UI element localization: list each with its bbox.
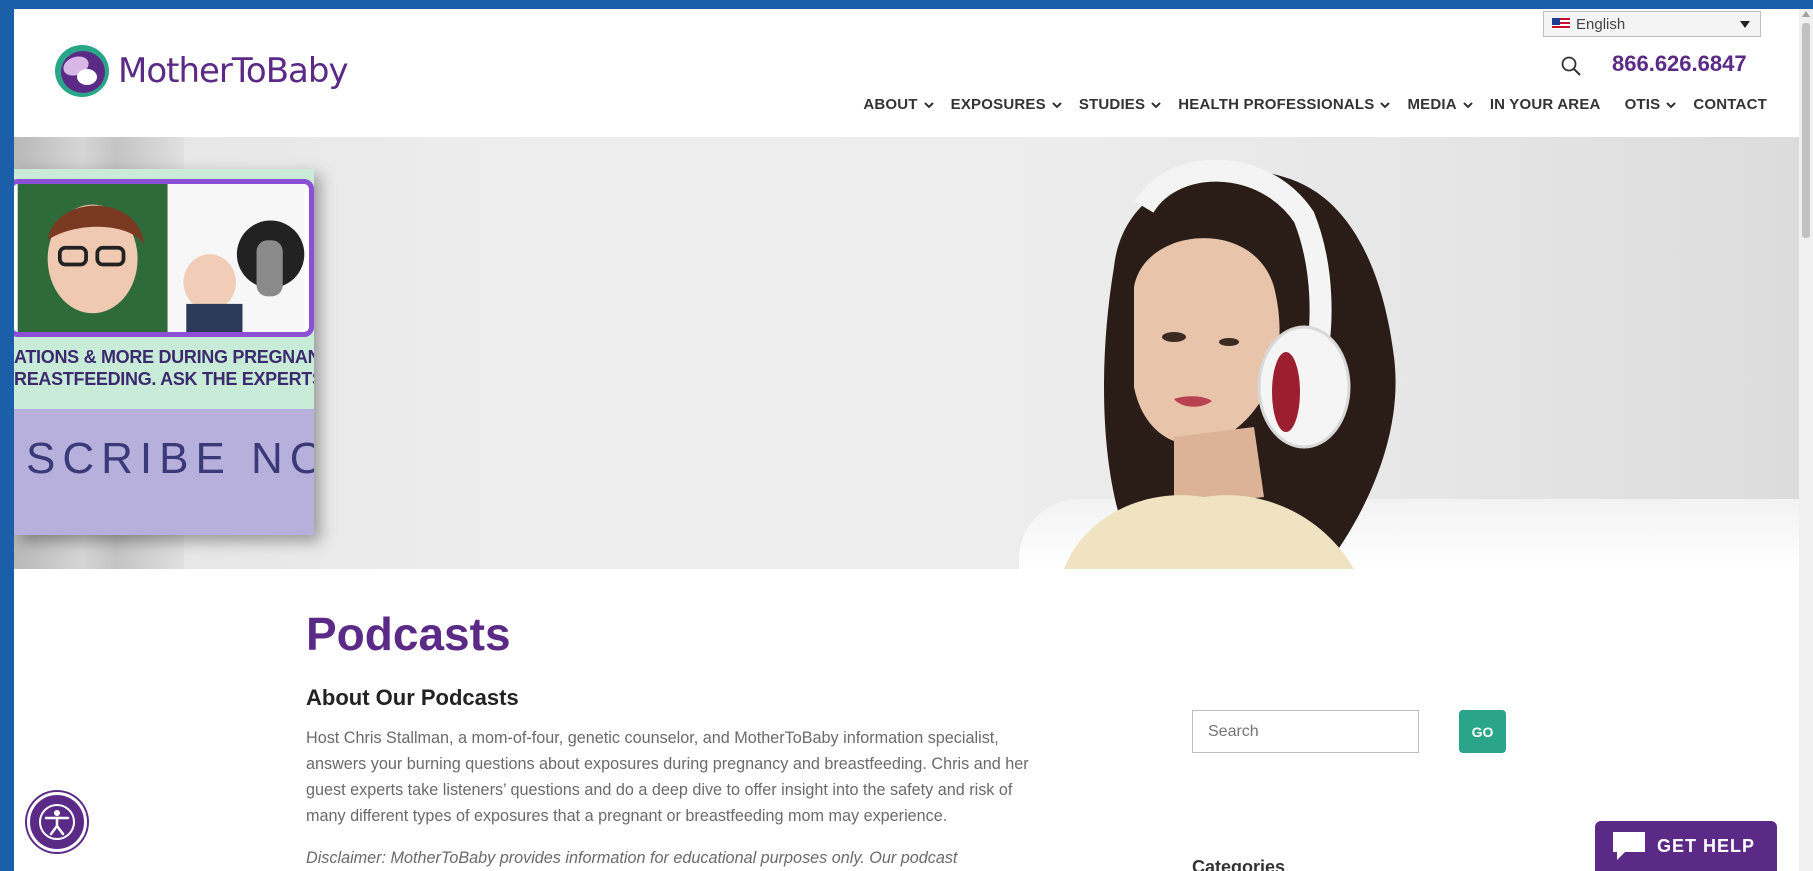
- nav-media-label: MEDIA: [1407, 96, 1457, 113]
- get-help-label: GET HELP: [1657, 835, 1756, 856]
- nav-health-professionals-label: HEALTH PROFESSIONALS: [1178, 96, 1375, 113]
- disclaimer-text: Disclaimer: MotherToBaby provides inform…: [306, 849, 958, 867]
- nav-otis[interactable]: OTIS: [1625, 96, 1678, 113]
- promo-top-area: ATIONS & MORE DURING PREGNANCY REASTFEED…: [14, 169, 314, 409]
- logo-mark-icon: [55, 45, 109, 97]
- search-icon[interactable]: [1560, 55, 1582, 77]
- accessibility-button[interactable]: [27, 792, 87, 852]
- nav-media[interactable]: MEDIA: [1407, 96, 1473, 113]
- scrollbar-thumb[interactable]: [1802, 23, 1810, 238]
- promo-subscribe-text: SCRIBE NOW: [26, 434, 314, 483]
- nav-about-label: ABOUT: [863, 96, 918, 113]
- get-help-button[interactable]: GET HELP: [1595, 821, 1777, 871]
- nav-in-your-area-label: IN YOUR AREA: [1489, 96, 1601, 113]
- chevron-down-icon: [1052, 101, 1062, 108]
- nav-exposures-label: EXPOSURES: [950, 96, 1046, 113]
- promo-photo-collage: [14, 179, 314, 337]
- nav-health-professionals[interactable]: HEALTH PROFESSIONALS: [1178, 96, 1391, 113]
- promo-text-line-2: REASTFEEDING. ASK THE EXPERTS.: [14, 369, 314, 389]
- promo-text-line-1: ATIONS & MORE DURING PREGNANCY: [14, 347, 314, 367]
- chevron-down-icon: [1151, 101, 1161, 108]
- nav-contact[interactable]: CONTACT: [1693, 96, 1767, 113]
- chevron-down-icon: [923, 101, 934, 108]
- podcast-promo-card[interactable]: ATIONS & MORE DURING PREGNANCY REASTFEED…: [14, 169, 314, 535]
- woman-with-headphones-image: [1064, 159, 1396, 569]
- sidebar-search-input[interactable]: [1192, 710, 1419, 753]
- nav-in-your-area[interactable]: IN YOUR AREA: [1490, 96, 1601, 113]
- us-flag-icon: [1552, 18, 1570, 30]
- nav-contact-label: CONTACT: [1693, 96, 1767, 113]
- window-top-edge: [0, 0, 1813, 4]
- nav-studies[interactable]: STUDIES: [1079, 96, 1162, 113]
- intro-paragraph: Host Chris Stallman, a mom-of-four, gene…: [306, 729, 1029, 825]
- page-title: Podcasts: [306, 608, 511, 660]
- categories-heading: Categories: [1192, 857, 1286, 871]
- chevron-down-icon: [1463, 101, 1473, 108]
- chat-bubble-icon: [1613, 832, 1645, 860]
- language-value: English: [1576, 15, 1626, 33]
- nav-about[interactable]: ABOUT: [863, 96, 934, 113]
- language-select[interactable]: English: [1543, 11, 1761, 37]
- nav-otis-label: OTIS: [1624, 96, 1661, 113]
- browser-page: MotherToBaby English 866.626.6847 ABOUT …: [14, 9, 1799, 871]
- main-nav: ABOUT EXPOSURES STUDIES HEALTH PROFESSIO…: [847, 96, 1767, 113]
- search-go-button[interactable]: GO: [1459, 710, 1506, 753]
- dropdown-caret-icon: [1740, 21, 1750, 28]
- site-logo[interactable]: MotherToBaby: [54, 44, 349, 98]
- accessibility-icon: [39, 804, 75, 840]
- section-heading: About Our Podcasts: [306, 685, 519, 710]
- phone-number-link[interactable]: 866.626.6847: [1612, 51, 1747, 77]
- chevron-down-icon: [1380, 101, 1391, 108]
- page-scrollbar[interactable]: [1799, 9, 1813, 871]
- scroll-up-arrow-icon[interactable]: [1802, 11, 1810, 17]
- nav-exposures[interactable]: EXPOSURES: [951, 96, 1063, 113]
- logo-text: MotherToBaby: [118, 51, 349, 91]
- chevron-down-icon: [1666, 101, 1677, 108]
- nav-studies-label: STUDIES: [1078, 96, 1146, 113]
